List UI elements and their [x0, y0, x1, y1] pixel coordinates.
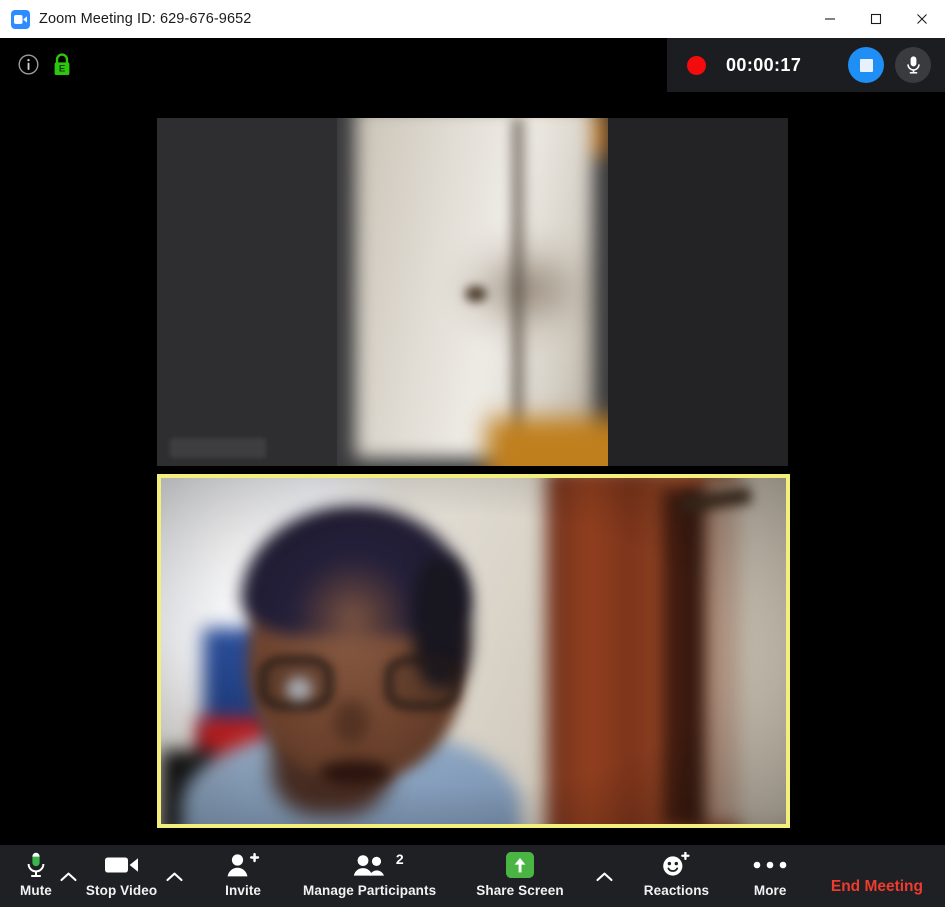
meeting-toolbar: Mute Stop Video Invite 2 Manage Particip… — [0, 845, 945, 907]
toolbar-item-manage-participants[interactable]: 2 Manage Participants — [303, 850, 436, 906]
participants-count-badge: 2 — [395, 851, 404, 867]
stop-square-icon — [859, 58, 873, 72]
toolbar-item-stop-video[interactable]: Stop Video — [86, 850, 157, 906]
svg-text:E: E — [59, 64, 65, 75]
microphone-green-icon — [24, 850, 48, 880]
record-indicator-icon — [687, 55, 706, 75]
video-backdrop-right — [608, 118, 788, 466]
close-button[interactable] — [899, 0, 945, 38]
minimize-button[interactable] — [807, 0, 853, 38]
title-bar-left: Zoom Meeting ID: 629-676-9652 — [0, 9, 807, 29]
video-options-caret[interactable] — [157, 850, 191, 906]
toolbar-item-invite[interactable]: Invite — [225, 850, 261, 906]
participant-video-bottom[interactable] — [157, 474, 790, 828]
smiley-plus-icon — [661, 850, 691, 880]
recording-mic-button[interactable] — [895, 47, 931, 83]
toolbar-label-invite: Invite — [225, 883, 262, 898]
toolbar-item-reactions[interactable]: Reactions — [644, 850, 709, 906]
toolbar-label-mute: Mute — [20, 883, 52, 898]
toolbar-label-manage-participants: Manage Participants — [303, 883, 437, 898]
share-screen-up-arrow-icon — [506, 850, 534, 880]
participant-video-top[interactable] — [157, 118, 788, 466]
mute-options-caret[interactable] — [52, 850, 86, 906]
toolbar-item-more[interactable]: More — [753, 850, 787, 906]
video-blur-door-knob — [465, 286, 487, 302]
toolbar-label-reactions: Reactions — [643, 883, 710, 898]
ellipsis-icon — [753, 850, 787, 880]
toolbar-label-share-screen: Share Screen — [476, 883, 564, 898]
green-lock-icon[interactable]: E — [51, 52, 73, 77]
toolbar-label-more: More — [753, 883, 787, 898]
video-backdrop-left — [157, 118, 337, 466]
video-stage — [0, 92, 945, 845]
maximize-button[interactable] — [853, 0, 899, 38]
info-icon[interactable] — [18, 54, 39, 75]
share-options-caret[interactable] — [588, 850, 622, 906]
recording-elapsed-time: 00:00:17 — [726, 54, 802, 75]
toolbar-item-share-screen[interactable]: Share Screen — [476, 850, 564, 906]
video-content-top — [337, 118, 608, 466]
window-title: Zoom Meeting ID: 629-676-9652 — [39, 11, 252, 27]
zoom-camera-icon — [11, 9, 30, 29]
recording-panel: 00:00:17 — [667, 38, 945, 92]
add-person-icon — [226, 850, 260, 880]
zoom-meeting-window: Zoom Meeting ID: 629-676-9652 E 00:00:17… — [0, 0, 945, 907]
video-camera-icon — [104, 850, 140, 880]
window-controls — [807, 0, 945, 38]
stop-recording-button[interactable] — [848, 47, 884, 83]
participant-name-label-top — [170, 438, 266, 458]
window-title-bar: Zoom Meeting ID: 629-676-9652 — [0, 0, 945, 39]
participants-icon: 2 — [352, 850, 404, 880]
video-blur-door-edge — [513, 118, 527, 466]
toolbar-item-mute[interactable]: Mute — [20, 850, 52, 906]
microphone-icon — [906, 56, 920, 74]
video-vignette — [161, 478, 786, 824]
end-meeting-button[interactable]: End Meeting — [831, 878, 923, 896]
video-blur-bottom-brown — [487, 418, 608, 466]
toolbar-label-stop-video: Stop Video — [85, 883, 158, 898]
video-content-bottom — [161, 478, 786, 824]
